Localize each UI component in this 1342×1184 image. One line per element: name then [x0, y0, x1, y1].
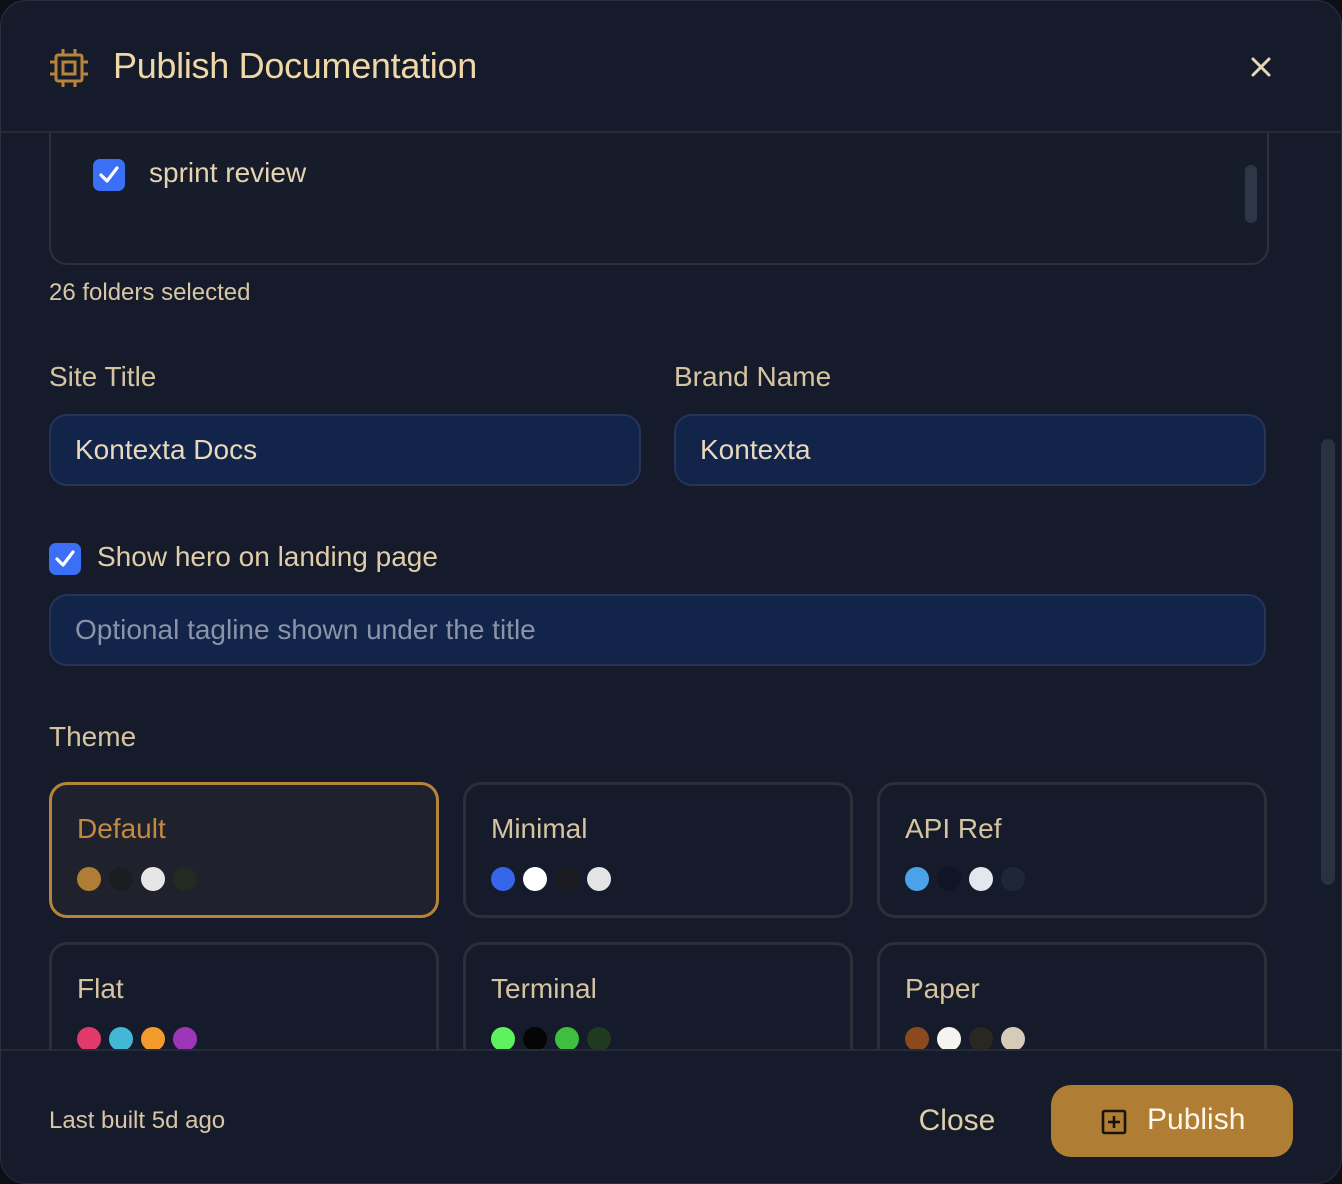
theme-swatches	[491, 867, 611, 891]
brand-name-label: Brand Name	[674, 361, 832, 392]
publish-dialog: Publish Documentation sprint review 26 f…	[0, 0, 1342, 1184]
publish-label: Publish	[1147, 1103, 1246, 1136]
color-swatch	[173, 867, 197, 891]
color-swatch	[969, 867, 993, 891]
color-swatch	[109, 867, 133, 891]
check-icon	[55, 550, 75, 567]
color-swatch	[587, 867, 611, 891]
tagline-input[interactable]: Optional tagline shown under the title	[49, 594, 1266, 666]
plus-square-icon	[1101, 1109, 1127, 1135]
last-built-status: Last built 5d ago	[49, 1107, 226, 1134]
folder-list-scrollbar[interactable]	[1245, 165, 1257, 223]
dialog-header: Publish Documentation	[1, 1, 1341, 133]
theme-name: Default	[77, 813, 166, 844]
dialog-title: Publish Documentation	[113, 45, 477, 86]
color-swatch	[109, 1027, 133, 1049]
close-icon[interactable]	[1245, 51, 1277, 83]
site-title-label: Site Title	[49, 361, 157, 392]
theme-card-default[interactable]: Default	[49, 782, 439, 918]
color-swatch	[491, 867, 515, 891]
color-swatch	[77, 1027, 101, 1049]
folders-selected-count: 26 folders selected	[49, 279, 251, 306]
color-swatch	[523, 1027, 547, 1049]
folder-label: sprint review	[149, 157, 307, 188]
folder-list[interactable]: sprint review	[49, 133, 1269, 265]
theme-swatches	[905, 1027, 1025, 1049]
color-swatch	[555, 1027, 579, 1049]
theme-card-flat[interactable]: Flat	[49, 942, 439, 1049]
folder-checkbox[interactable]	[93, 159, 125, 191]
theme-name: Flat	[77, 973, 124, 1004]
color-swatch	[491, 1027, 515, 1049]
theme-swatches	[77, 867, 197, 891]
color-swatch	[555, 867, 579, 891]
color-swatch	[141, 1027, 165, 1049]
color-swatch	[77, 867, 101, 891]
color-swatch	[587, 1027, 611, 1049]
color-swatch	[141, 867, 165, 891]
chip-icon	[50, 49, 88, 87]
color-swatch	[969, 1027, 993, 1049]
publish-button[interactable]: Publish	[1051, 1085, 1293, 1157]
color-swatch	[937, 867, 961, 891]
color-swatch	[905, 867, 929, 891]
color-swatch	[905, 1027, 929, 1049]
color-swatch	[937, 1027, 961, 1049]
close-button[interactable]: Close	[901, 1097, 1013, 1145]
theme-card-paper[interactable]: Paper	[877, 942, 1267, 1049]
check-icon	[99, 166, 119, 183]
color-swatch	[173, 1027, 197, 1049]
theme-name: Minimal	[491, 813, 588, 844]
theme-name: API Ref	[905, 813, 1002, 844]
theme-name: Terminal	[491, 973, 597, 1004]
theme-label: Theme	[49, 721, 137, 752]
hero-checkbox-label[interactable]: Show hero on landing page	[97, 541, 438, 573]
color-swatch	[523, 867, 547, 891]
tagline-placeholder: Optional tagline shown under the title	[75, 614, 536, 645]
dialog-scrollbar[interactable]	[1321, 439, 1335, 885]
theme-name: Paper	[905, 973, 980, 1004]
color-swatch	[1001, 867, 1025, 891]
dialog-footer: Last built 5d ago Close Publish	[1, 1049, 1341, 1183]
color-swatch	[1001, 1027, 1025, 1049]
theme-card-minimal[interactable]: Minimal	[463, 782, 853, 918]
hero-checkbox[interactable]	[49, 543, 81, 575]
dialog-body[interactable]: sprint review 26 folders selected Site T…	[1, 133, 1341, 1049]
site-title-input[interactable]: Kontexta Docs	[49, 414, 641, 486]
theme-card-terminal[interactable]: Terminal	[463, 942, 853, 1049]
brand-name-input[interactable]: Kontexta	[674, 414, 1266, 486]
theme-swatches	[491, 1027, 611, 1049]
theme-swatches	[77, 1027, 197, 1049]
theme-swatches	[905, 867, 1025, 891]
theme-card-api-ref[interactable]: API Ref	[877, 782, 1267, 918]
